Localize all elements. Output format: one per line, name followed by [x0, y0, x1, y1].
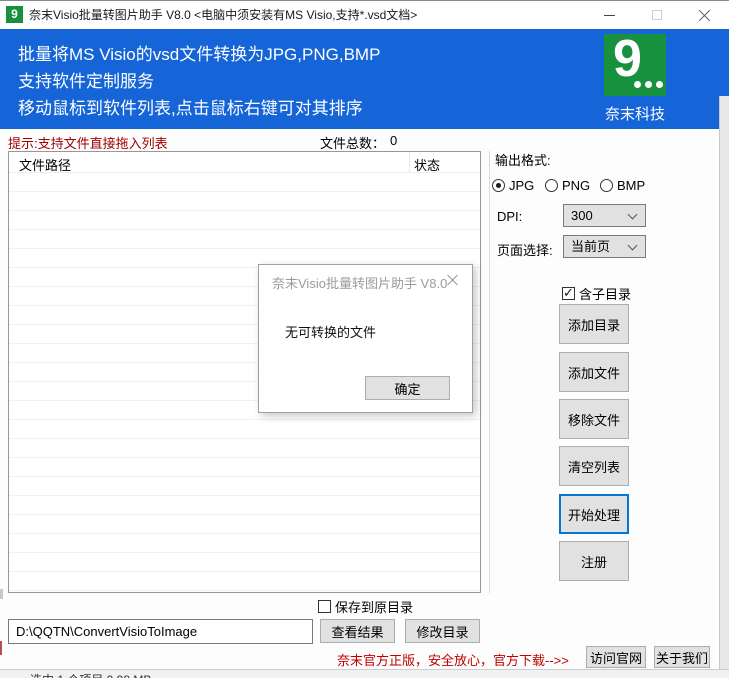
brand-name: 奈末科技 [604, 106, 665, 123]
panel-divider [489, 151, 490, 593]
banner-line-1: 批量将MS Visio的vsd文件转换为JPG,PNG,BMP [18, 45, 381, 64]
background-sliver-mark [0, 641, 2, 655]
dpi-value: 300 [571, 208, 593, 223]
dialog-close-button[interactable] [442, 269, 464, 291]
minimize-button[interactable] [592, 1, 626, 29]
dpi-label: DPI: [497, 209, 523, 224]
window-title: 奈末Visio批量转图片助手 V8.0 <电脑中须安装有MS Visio,支持*… [29, 8, 418, 22]
file-count-value: 0 [390, 133, 398, 148]
background-statusbar-text: 选中 1 个项目 0.98 MB [30, 671, 151, 678]
titlebar: 9 奈末Visio批量转图片助手 V8.0 <电脑中须安装有MS Visio,支… [0, 1, 729, 29]
about-us-button[interactable]: 关于我们 [654, 646, 710, 668]
file-count-label: 文件总数： [320, 136, 386, 151]
add-directory-button[interactable]: 添加目录 [559, 304, 629, 344]
maximize-button[interactable] [640, 1, 674, 29]
official-promo-text: 奈末官方正版，安全放心，官方下载-->> [337, 653, 569, 668]
save-to-source-option[interactable]: 保存到原目录 [318, 597, 413, 616]
header-banner: 批量将MS Visio的vsd文件转换为JPG,PNG,BMP 支持软件定制服务… [0, 29, 729, 129]
minimize-icon [604, 15, 615, 16]
page-select[interactable]: 当前页 [563, 235, 646, 258]
include-subdir-checkbox[interactable] [562, 285, 575, 301]
chevron-down-icon [627, 209, 638, 220]
remove-file-button[interactable]: 移除文件 [559, 399, 629, 439]
background-window-edge [719, 96, 729, 669]
include-subdir-label: 含子目录 [579, 287, 632, 302]
page-select-label: 页面选择: [497, 243, 553, 258]
app-icon: 9 [6, 6, 23, 23]
drag-hint-text: 提示:支持文件直接拖入列表 [8, 136, 168, 151]
radio-bmp-icon[interactable] [600, 179, 613, 193]
file-list-header: 文件路径 状态 [9, 152, 480, 173]
radio-png-icon[interactable] [545, 179, 558, 193]
maximize-icon [652, 10, 662, 20]
message-dialog: 奈末Visio批量转图片助手 V8.0 无可转换的文件 确定 [258, 264, 473, 413]
dialog-message: 无可转换的文件 [285, 325, 377, 340]
brand-logo: 9 [604, 30, 666, 96]
column-header-path[interactable]: 文件路径 [19, 155, 71, 174]
page-value: 当前页 [571, 239, 611, 254]
visit-website-button[interactable]: 访问官网 [586, 646, 646, 668]
add-file-button[interactable]: 添加文件 [559, 352, 629, 392]
radio-jpg-icon[interactable] [492, 179, 505, 193]
output-path-input[interactable] [8, 619, 313, 644]
include-subdir-option[interactable]: 含子目录 [562, 284, 631, 303]
start-process-button[interactable]: 开始处理 [559, 494, 629, 534]
dialog-title: 奈末Visio批量转图片助手 V8.0 [272, 276, 448, 291]
chevron-down-icon [627, 240, 638, 251]
register-button[interactable]: 注册 [559, 541, 629, 581]
change-directory-button[interactable]: 修改目录 [405, 619, 480, 643]
save-to-source-label: 保存到原目录 [335, 600, 414, 615]
output-format-label: 输出格式: [495, 153, 551, 168]
app-window: 9 奈末Visio批量转图片助手 V8.0 <电脑中须安装有MS Visio,支… [0, 0, 729, 678]
background-statusbar: 选中 1 个项目 0.98 MB [0, 669, 729, 678]
dpi-select[interactable]: 300 [563, 204, 646, 227]
radio-jpg[interactable]: JPG [492, 177, 534, 193]
banner-line-3: 移动鼠标到软件列表,点击鼠标右键可对其排序 [18, 99, 363, 118]
close-button[interactable] [688, 1, 722, 29]
view-result-button[interactable]: 查看结果 [320, 619, 395, 643]
radio-png[interactable]: PNG [545, 177, 590, 193]
column-header-status[interactable]: 状态 [414, 155, 440, 174]
dialog-ok-button[interactable]: 确定 [365, 376, 450, 400]
clear-list-button[interactable]: 清空列表 [559, 446, 629, 486]
save-to-source-checkbox[interactable] [318, 600, 331, 613]
background-sliver-mark [0, 589, 3, 599]
radio-bmp[interactable]: BMP [600, 177, 645, 193]
banner-line-2: 支持软件定制服务 [18, 72, 154, 91]
